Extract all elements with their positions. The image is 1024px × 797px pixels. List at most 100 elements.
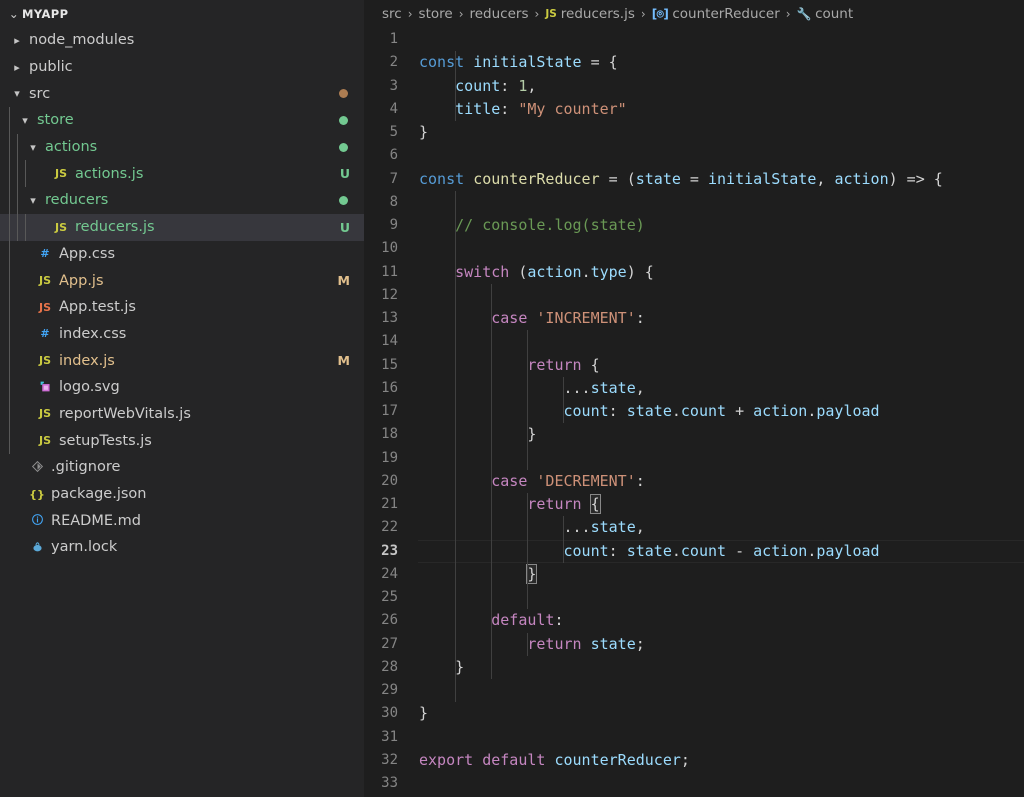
code-line-22[interactable]: 22 ...state, <box>364 516 1024 540</box>
code-line-24[interactable]: 24 } <box>364 562 1024 586</box>
css-file-icon: # <box>40 327 50 341</box>
breadcrumb-item-counterReducer[interactable]: [⌾] counterReducer <box>652 6 780 22</box>
code-line-30[interactable]: 30} <box>364 702 1024 725</box>
indent-guides <box>0 267 16 294</box>
code-line-10[interactable]: 10 <box>364 237 1024 261</box>
code-line-content <box>418 330 1024 353</box>
chevron-down-icon[interactable]: ▾ <box>24 194 42 207</box>
code-line-13[interactable]: 13 case 'INCREMENT': <box>364 307 1024 331</box>
breadcrumb-item-reducers.js[interactable]: JS reducers.js <box>545 6 635 22</box>
code-line-32[interactable]: 32 export default counterReducer; <box>364 749 1024 772</box>
chevron-right-icon[interactable]: ▸ <box>8 61 26 74</box>
code-line-23[interactable]: 23 count: state.count - action.payload <box>364 539 1024 563</box>
code-line-8[interactable]: 8 <box>364 190 1024 214</box>
breadcrumb-item-count[interactable]: 🔧 count <box>797 6 854 22</box>
chevron-down-icon[interactable]: ▾ <box>24 141 42 154</box>
chevron-down-icon[interactable]: ▾ <box>16 114 34 127</box>
editor-indent-guide <box>527 562 529 586</box>
tree-file-package.json[interactable]: {} package.json <box>0 481 364 508</box>
tree-file-README.md[interactable]: README.md <box>0 507 364 534</box>
code-line-content: } <box>527 425 537 444</box>
tree-file-logo.svg[interactable]: logo.svg <box>0 373 364 401</box>
editor-indent-guide <box>491 423 493 447</box>
code-editor[interactable]: 1 2 const initialState = {3 count: 1, 4 tit… <box>364 28 1024 797</box>
tree-file-actions.js[interactable]: JS actions.js U <box>0 160 364 187</box>
file-icon-cell <box>34 380 56 395</box>
tree-file-App.js[interactable]: JS App.js M <box>0 267 364 294</box>
tree-folder-node_modules[interactable]: ▸ node_modules <box>0 27 364 54</box>
tree-file-App.css[interactable]: # App.css <box>0 240 364 268</box>
tree-file-setupTests.js[interactable]: JS setupTests.js <box>0 427 364 454</box>
code-line-content: ...state, <box>563 378 645 397</box>
json-file-icon: {} <box>29 487 45 501</box>
tree-folder-src[interactable]: ▾ src <box>0 80 364 107</box>
code-line-21[interactable]: 21 return { <box>364 493 1024 517</box>
file-icon-cell: # <box>34 328 56 339</box>
chevron-down-icon[interactable]: ▾ <box>8 87 26 100</box>
code-line-1[interactable]: 1 <box>364 28 1024 51</box>
code-line-31[interactable]: 31 <box>364 726 1024 749</box>
code-line-19[interactable]: 19 <box>364 446 1024 470</box>
code-line-content: ...state, <box>563 518 645 537</box>
code-line-6[interactable]: 6 <box>364 144 1024 167</box>
editor-indent-guide <box>455 493 457 517</box>
line-number: 32 <box>381 751 398 768</box>
code-line-20[interactable]: 20 case 'DECREMENT': <box>364 469 1024 493</box>
editor-indent-guide <box>527 493 529 517</box>
code-line-2[interactable]: 2 const initialState = { <box>364 51 1024 75</box>
code-line-25[interactable]: 25 <box>364 586 1024 610</box>
code-line-content <box>418 772 1024 795</box>
tree-item-label: App.test.js <box>59 299 136 316</box>
tree-item-label: src <box>29 85 51 102</box>
code-line-17[interactable]: 17 count: state.count + action.payload <box>364 400 1024 424</box>
explorer-root-header[interactable]: ⌄ MYAPP <box>0 0 364 27</box>
tree-file-reducers.js[interactable]: JS reducers.js U <box>0 213 364 241</box>
code-line-16[interactable]: 16 ...state, <box>364 376 1024 400</box>
tree-folder-actions[interactable]: ▾ actions <box>0 133 364 161</box>
breadcrumb-item-store[interactable]: store <box>419 6 453 22</box>
chevron-right-icon[interactable]: ▸ <box>8 34 26 47</box>
code-line-content: return { <box>527 355 600 374</box>
line-number: 13 <box>381 310 398 326</box>
tree-file-App.test.js[interactable]: JS App.test.js <box>0 293 364 321</box>
code-line-15[interactable]: 15 return { <box>364 353 1024 377</box>
code-line-content: } <box>419 123 429 141</box>
tree-file-.gitignore[interactable]: .gitignore <box>0 454 364 481</box>
breadcrumb-item-reducers[interactable]: reducers <box>470 6 529 22</box>
editor-indent-guide <box>455 679 457 703</box>
tree-file-index.js[interactable]: JS index.js M <box>0 347 364 374</box>
tree-folder-store[interactable]: ▾ store <box>0 107 364 134</box>
code-line-4[interactable]: 4 title: "My counter" <box>364 97 1024 121</box>
editor-indent-guide <box>527 376 529 400</box>
code-line-26[interactable]: 26 default: <box>364 609 1024 633</box>
code-line-33[interactable]: 33 <box>364 772 1024 795</box>
code-line-content <box>418 144 1024 167</box>
code-line-14[interactable]: 14 <box>364 330 1024 354</box>
code-line-5[interactable]: 5} <box>364 121 1024 144</box>
tree-folder-reducers[interactable]: ▾ reducers <box>0 187 364 214</box>
breadcrumb: src › store › reducers › JS reducers.js › [⌾] coun… <box>364 0 1024 28</box>
code-line-27[interactable]: 27 return state; <box>364 632 1024 656</box>
code-line-12[interactable]: 12 <box>364 283 1024 307</box>
code-line-7[interactable]: 7 const counterReducer = (state = initial… <box>364 168 1024 191</box>
code-line-28[interactable]: 28 } <box>364 655 1024 679</box>
tree-file-yarn.lock[interactable]: yarn.lock <box>0 534 364 561</box>
tree-folder-public[interactable]: ▸ public <box>0 54 364 81</box>
code-line-9[interactable]: 9 // console.log(state) <box>364 214 1024 238</box>
editor-indent-guide <box>455 376 457 400</box>
breadcrumb-label: store <box>418 6 453 22</box>
line-number: 24 <box>381 565 398 582</box>
code-line-18[interactable]: 18 } <box>364 423 1024 447</box>
code-line-3[interactable]: 3 count: 1, <box>364 74 1024 98</box>
tree-file-reportWebVitals.js[interactable]: JS reportWebVitals.js <box>0 400 364 428</box>
code-line-11[interactable]: 11 switch (action.type) { <box>364 260 1024 284</box>
git-status-dot <box>339 89 348 99</box>
chevron-down-icon: ⌄ <box>8 6 20 21</box>
line-number: 3 <box>389 77 398 94</box>
tree-item-label: reportWebVitals.js <box>59 405 191 422</box>
file-icon-cell: JS <box>34 355 56 366</box>
tree-file-index.css[interactable]: # index.css <box>0 320 364 348</box>
breadcrumb-item-src[interactable]: src <box>382 6 402 22</box>
editor-indent-guide <box>455 353 457 377</box>
code-line-29[interactable]: 29 <box>364 679 1024 703</box>
